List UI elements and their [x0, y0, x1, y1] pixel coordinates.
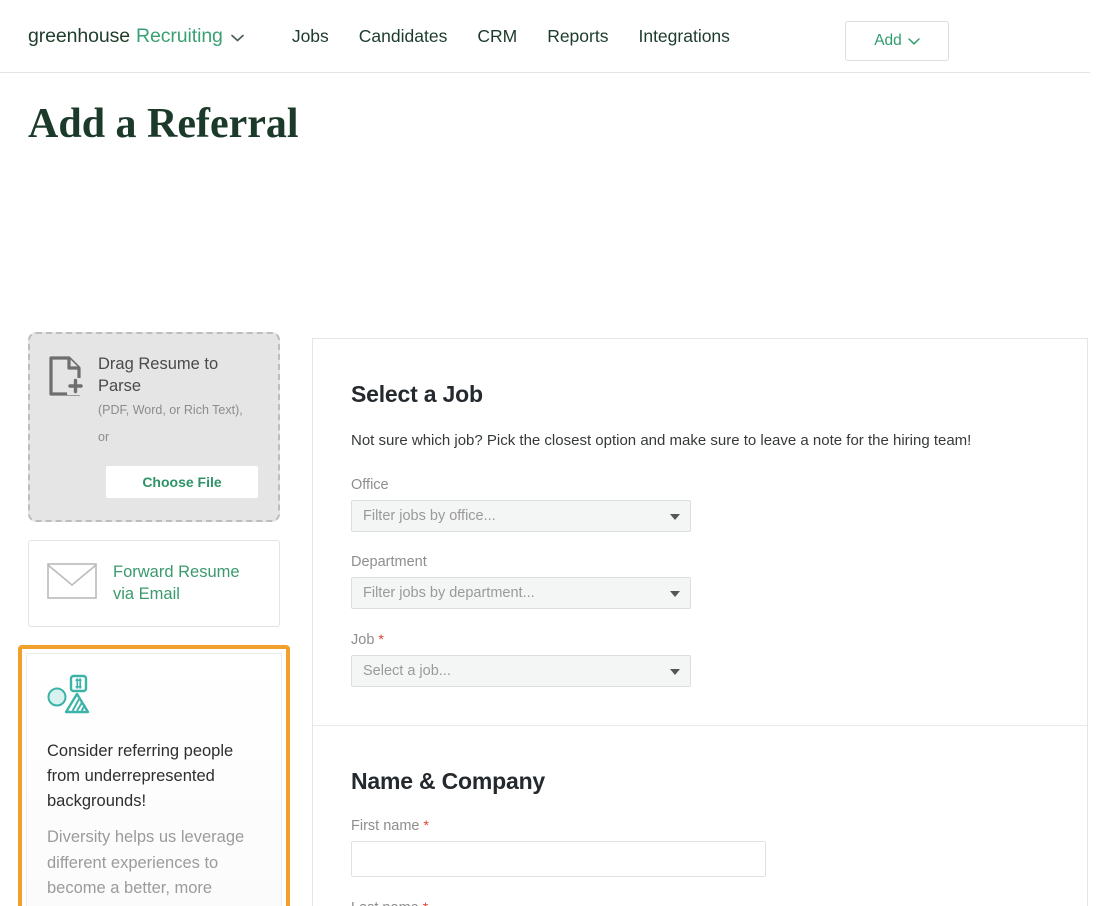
label-job-text: Job [351, 632, 375, 649]
department-select-value: Filter jobs by department... [363, 585, 535, 602]
brand-product-name: Recruiting [136, 25, 223, 47]
field-office: Office Filter jobs by office... [351, 477, 1049, 533]
brand-logo-dropdown[interactable]: greenhouse Recruiting [28, 25, 244, 48]
diversity-body: Diversity helps us leverage different ex… [47, 825, 261, 906]
section-select-a-job: Select a Job Not sure which job? Pick th… [313, 339, 1087, 725]
dropzone-or-text: or [98, 430, 110, 445]
field-department: Department Filter jobs by department... [351, 554, 1049, 610]
add-button[interactable]: Add [845, 21, 949, 61]
forward-resume-label: Forward Resume via Email [113, 563, 240, 603]
nav-link-reports[interactable]: Reports [532, 26, 623, 47]
name-company-title: Name & Company [351, 768, 546, 795]
department-select[interactable]: Filter jobs by department... [351, 577, 691, 610]
office-select[interactable]: Filter jobs by office... [351, 500, 691, 533]
diversity-callout-card: Consider referring people from underrepr… [18, 645, 290, 906]
left-sidebar: Drag Resume to Parse (PDF, Word, or Rich… [18, 332, 290, 906]
resume-dropzone[interactable]: Drag Resume to Parse (PDF, Word, or Rich… [28, 332, 280, 523]
chevron-down-icon [670, 669, 680, 676]
label-last-name: Last name * [351, 899, 1049, 906]
top-navigation-bar: greenhouse Recruiting Jobs Candidates CR… [0, 0, 1108, 73]
chevron-down-icon [231, 34, 244, 42]
chevron-down-icon [908, 32, 920, 50]
select-job-description: Not sure which job? Pick the closest opt… [351, 432, 972, 450]
nav-link-jobs[interactable]: Jobs [277, 26, 344, 47]
label-first-name: First name * [351, 817, 1049, 834]
label-office: Office [351, 477, 389, 494]
required-asterisk: * [378, 631, 384, 648]
dropzone-header: Drag Resume to Parse (PDF, Word, or Rich… [48, 354, 260, 444]
section-name-company: Name & Company First name * Last name * [313, 725, 1087, 906]
dropzone-text-block: Drag Resume to Parse (PDF, Word, or Rich… [98, 354, 248, 444]
field-first-name: First name * [351, 817, 1049, 878]
diversity-body-text: Diversity helps us leverage different ex… [47, 828, 245, 906]
field-last-name: Last name * [351, 899, 1049, 906]
referral-form-panel: Select a Job Not sure which job? Pick th… [312, 338, 1088, 906]
label-job: Job * [351, 631, 1049, 648]
diversity-heading: Consider referring people from underrepr… [47, 742, 234, 810]
job-select[interactable]: Select a job... [351, 655, 691, 688]
select-job-title: Select a Job [351, 381, 483, 408]
required-asterisk: * [423, 899, 428, 906]
primary-nav-links: Jobs Candidates CRM Reports Integrations [277, 26, 745, 47]
nav-link-crm[interactable]: CRM [462, 26, 532, 47]
choose-file-button[interactable]: Choose File [106, 466, 258, 499]
chevron-down-icon [670, 514, 680, 521]
document-plus-icon [48, 356, 84, 401]
brand-wordmark: greenhouse [28, 25, 131, 47]
label-department: Department [351, 554, 427, 571]
dropzone-formats: (PDF, Word, or Rich Text), [98, 402, 243, 417]
dropzone-title: Drag Resume to Parse [98, 355, 219, 395]
nav-link-candidates[interactable]: Candidates [344, 26, 463, 47]
label-last-name-text: Last name [351, 900, 419, 906]
label-first-name-text: First name [351, 818, 420, 835]
shapes-icon [47, 674, 261, 721]
forward-resume-card[interactable]: Forward Resume via Email [28, 540, 280, 628]
page-title: Add a Referral [28, 101, 299, 147]
add-button-label: Add [874, 32, 902, 49]
field-job: Job * Select a job... [351, 631, 1049, 688]
diversity-callout-inner: Consider referring people from underrepr… [26, 653, 282, 906]
required-asterisk: * [423, 817, 429, 834]
nav-link-integrations[interactable]: Integrations [623, 26, 744, 47]
envelope-icon [47, 563, 97, 604]
job-select-value: Select a job... [363, 663, 451, 680]
office-select-value: Filter jobs by office... [363, 508, 496, 525]
first-name-input[interactable] [351, 841, 766, 878]
chevron-down-icon [670, 591, 680, 598]
